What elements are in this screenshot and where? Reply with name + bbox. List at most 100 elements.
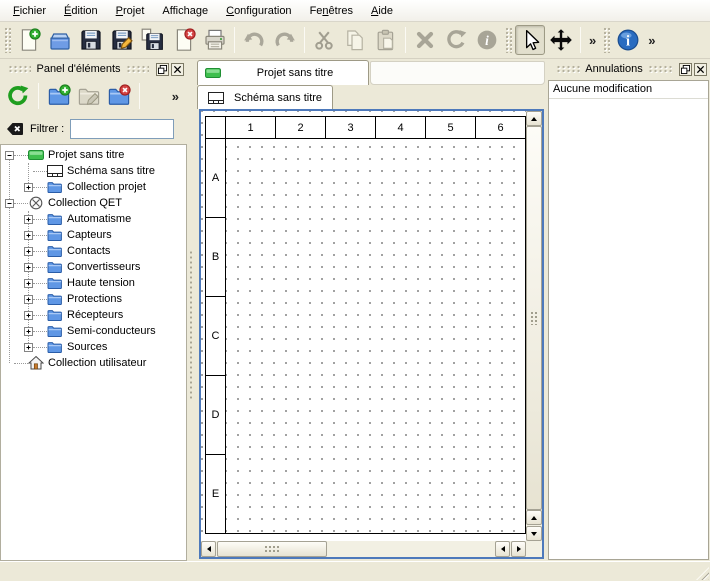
collapse-minus-icon[interactable]	[5, 199, 14, 208]
delete-button[interactable]	[410, 25, 440, 55]
save-button[interactable]	[76, 25, 106, 55]
tree-item-automatisme[interactable]: Automatisme	[1, 211, 186, 227]
expand-plus-icon[interactable]	[24, 327, 33, 336]
float-button[interactable]	[156, 63, 169, 76]
menu-edition[interactable]: Édition	[55, 0, 107, 21]
tree-item-haute-tension[interactable]: Haute tension	[1, 275, 186, 291]
menu-fichier[interactable]: Fichier	[4, 0, 55, 21]
about-info-button[interactable]: i	[613, 25, 643, 55]
redo-button[interactable]	[270, 25, 300, 55]
reload-collections-button[interactable]	[4, 82, 32, 110]
redo-icon	[273, 28, 297, 52]
move-cross-button[interactable]	[546, 25, 576, 55]
close-button[interactable]	[171, 63, 184, 76]
tree-item-projet-sans-titre[interactable]: Projet sans titre	[1, 147, 186, 163]
dock-drag-handle[interactable]	[8, 65, 31, 73]
tree-item-label: Récepteurs	[67, 309, 123, 321]
toolbar-handle[interactable]	[505, 27, 512, 53]
print-button[interactable]	[200, 25, 230, 55]
diagram-canvas[interactable]: 123456ABCDE	[201, 111, 526, 541]
copy-button[interactable]	[340, 25, 370, 55]
expand-plus-icon[interactable]	[24, 295, 33, 304]
scroll-down-button[interactable]	[526, 526, 542, 541]
undo-item-aucune-modification[interactable]: Aucune modification	[549, 81, 708, 99]
elements-panel-titlebar[interactable]: Panel d'éléments	[0, 60, 187, 78]
clear-filter-button[interactable]	[6, 120, 24, 138]
dock-drag-handle[interactable]	[556, 65, 580, 73]
toolbar-handle[interactable]	[4, 27, 11, 53]
toolbar-handle[interactable]	[603, 27, 610, 53]
expand-plus-icon[interactable]	[24, 343, 33, 352]
tree-item-collection-utilisateur[interactable]: Collection utilisateur	[1, 355, 186, 371]
delete-category-button[interactable]	[105, 82, 133, 110]
save-all-button[interactable]	[138, 25, 168, 55]
menu-affichage[interactable]: Affichage	[153, 0, 217, 21]
scroll-left-button[interactable]	[201, 541, 216, 557]
tree-item-capteurs[interactable]: Capteurs	[1, 227, 186, 243]
dock-drag-handle[interactable]	[648, 65, 672, 73]
schema-corner-cell	[206, 117, 226, 139]
qet-icon	[28, 195, 44, 211]
rotate-button[interactable]	[441, 25, 471, 55]
vertical-scroll-thumb[interactable]	[526, 126, 542, 510]
tree-item-contacts[interactable]: Contacts	[1, 243, 186, 259]
panel-splitter[interactable]	[187, 60, 195, 561]
tree-branch-stub	[33, 219, 47, 220]
toolbar-overflow-button[interactable]: »	[644, 33, 659, 48]
menu-aide[interactable]: Aide	[362, 0, 402, 21]
scroll-right-button[interactable]	[511, 541, 526, 557]
undo-button[interactable]	[239, 25, 269, 55]
expand-plus-icon[interactable]	[24, 183, 33, 192]
scroll-left-button-2[interactable]	[495, 541, 510, 557]
dock-drag-handle[interactable]	[126, 65, 149, 73]
new-category-button[interactable]	[45, 82, 73, 110]
drawing-area[interactable]	[226, 139, 526, 534]
expand-plus-icon[interactable]	[24, 263, 33, 272]
horizontal-scroll-thumb[interactable]	[217, 541, 327, 557]
expand-plus-icon[interactable]	[24, 215, 33, 224]
save-as-button[interactable]	[107, 25, 137, 55]
paste-button[interactable]	[371, 25, 401, 55]
tree-item-semi-conducteurs[interactable]: Semi-conducteurs	[1, 323, 186, 339]
collections-tree[interactable]: Projet sans titreSchéma sans titreCollec…	[0, 144, 187, 561]
tab-project-sans-titre[interactable]: Projet sans titre	[197, 60, 369, 85]
scroll-up-button[interactable]	[526, 111, 542, 126]
scroll-up-button-2[interactable]	[526, 510, 542, 525]
expand-plus-icon[interactable]	[24, 231, 33, 240]
menu-fenetres[interactable]: Fenêtres	[301, 0, 362, 21]
toolbar-overflow-button[interactable]: »	[585, 33, 600, 48]
svg-text:i: i	[626, 34, 630, 50]
new-document-button[interactable]	[14, 25, 44, 55]
expand-plus-icon[interactable]	[24, 247, 33, 256]
row-header-A: A	[206, 139, 226, 218]
tree-item-convertisseurs[interactable]: Convertisseurs	[1, 259, 186, 275]
undo-dock-titlebar[interactable]: Annulations	[548, 60, 710, 78]
edit-category-button[interactable]	[75, 82, 103, 110]
menu-projet[interactable]: Projet	[107, 0, 154, 21]
tree-item-sources[interactable]: Sources	[1, 339, 186, 355]
close-button[interactable]	[694, 63, 707, 76]
thumb-grip-icon	[530, 311, 538, 325]
tree-item-recepteurs[interactable]: Récepteurs	[1, 307, 186, 323]
folder-icon	[47, 227, 63, 243]
tree-item-collection-projet[interactable]: Collection projet	[1, 179, 186, 195]
menu-configuration[interactable]: Configuration	[217, 0, 300, 21]
tree-item-collection-qet[interactable]: Collection QET	[1, 195, 186, 211]
tree-item-protections[interactable]: Protections	[1, 291, 186, 307]
resize-grip[interactable]	[696, 567, 709, 580]
filter-input[interactable]	[70, 119, 174, 139]
float-button[interactable]	[679, 63, 692, 76]
collapse-minus-icon[interactable]	[5, 151, 14, 160]
select-arrow-button[interactable]	[515, 25, 545, 55]
object-info-button[interactable]: i	[472, 25, 502, 55]
close-file-button[interactable]	[169, 25, 199, 55]
expand-plus-icon[interactable]	[24, 279, 33, 288]
expand-plus-icon[interactable]	[24, 311, 33, 320]
tree-item-schema-sans-titre[interactable]: Schéma sans titre	[1, 163, 186, 179]
cut-button[interactable]	[309, 25, 339, 55]
status-bar	[0, 561, 710, 581]
toolbar-overflow-button[interactable]: »	[168, 89, 183, 104]
open-folder-button[interactable]	[45, 25, 75, 55]
tab-schema-sans-titre[interactable]: Schéma sans titre	[197, 85, 333, 109]
new-document-icon	[17, 28, 41, 52]
